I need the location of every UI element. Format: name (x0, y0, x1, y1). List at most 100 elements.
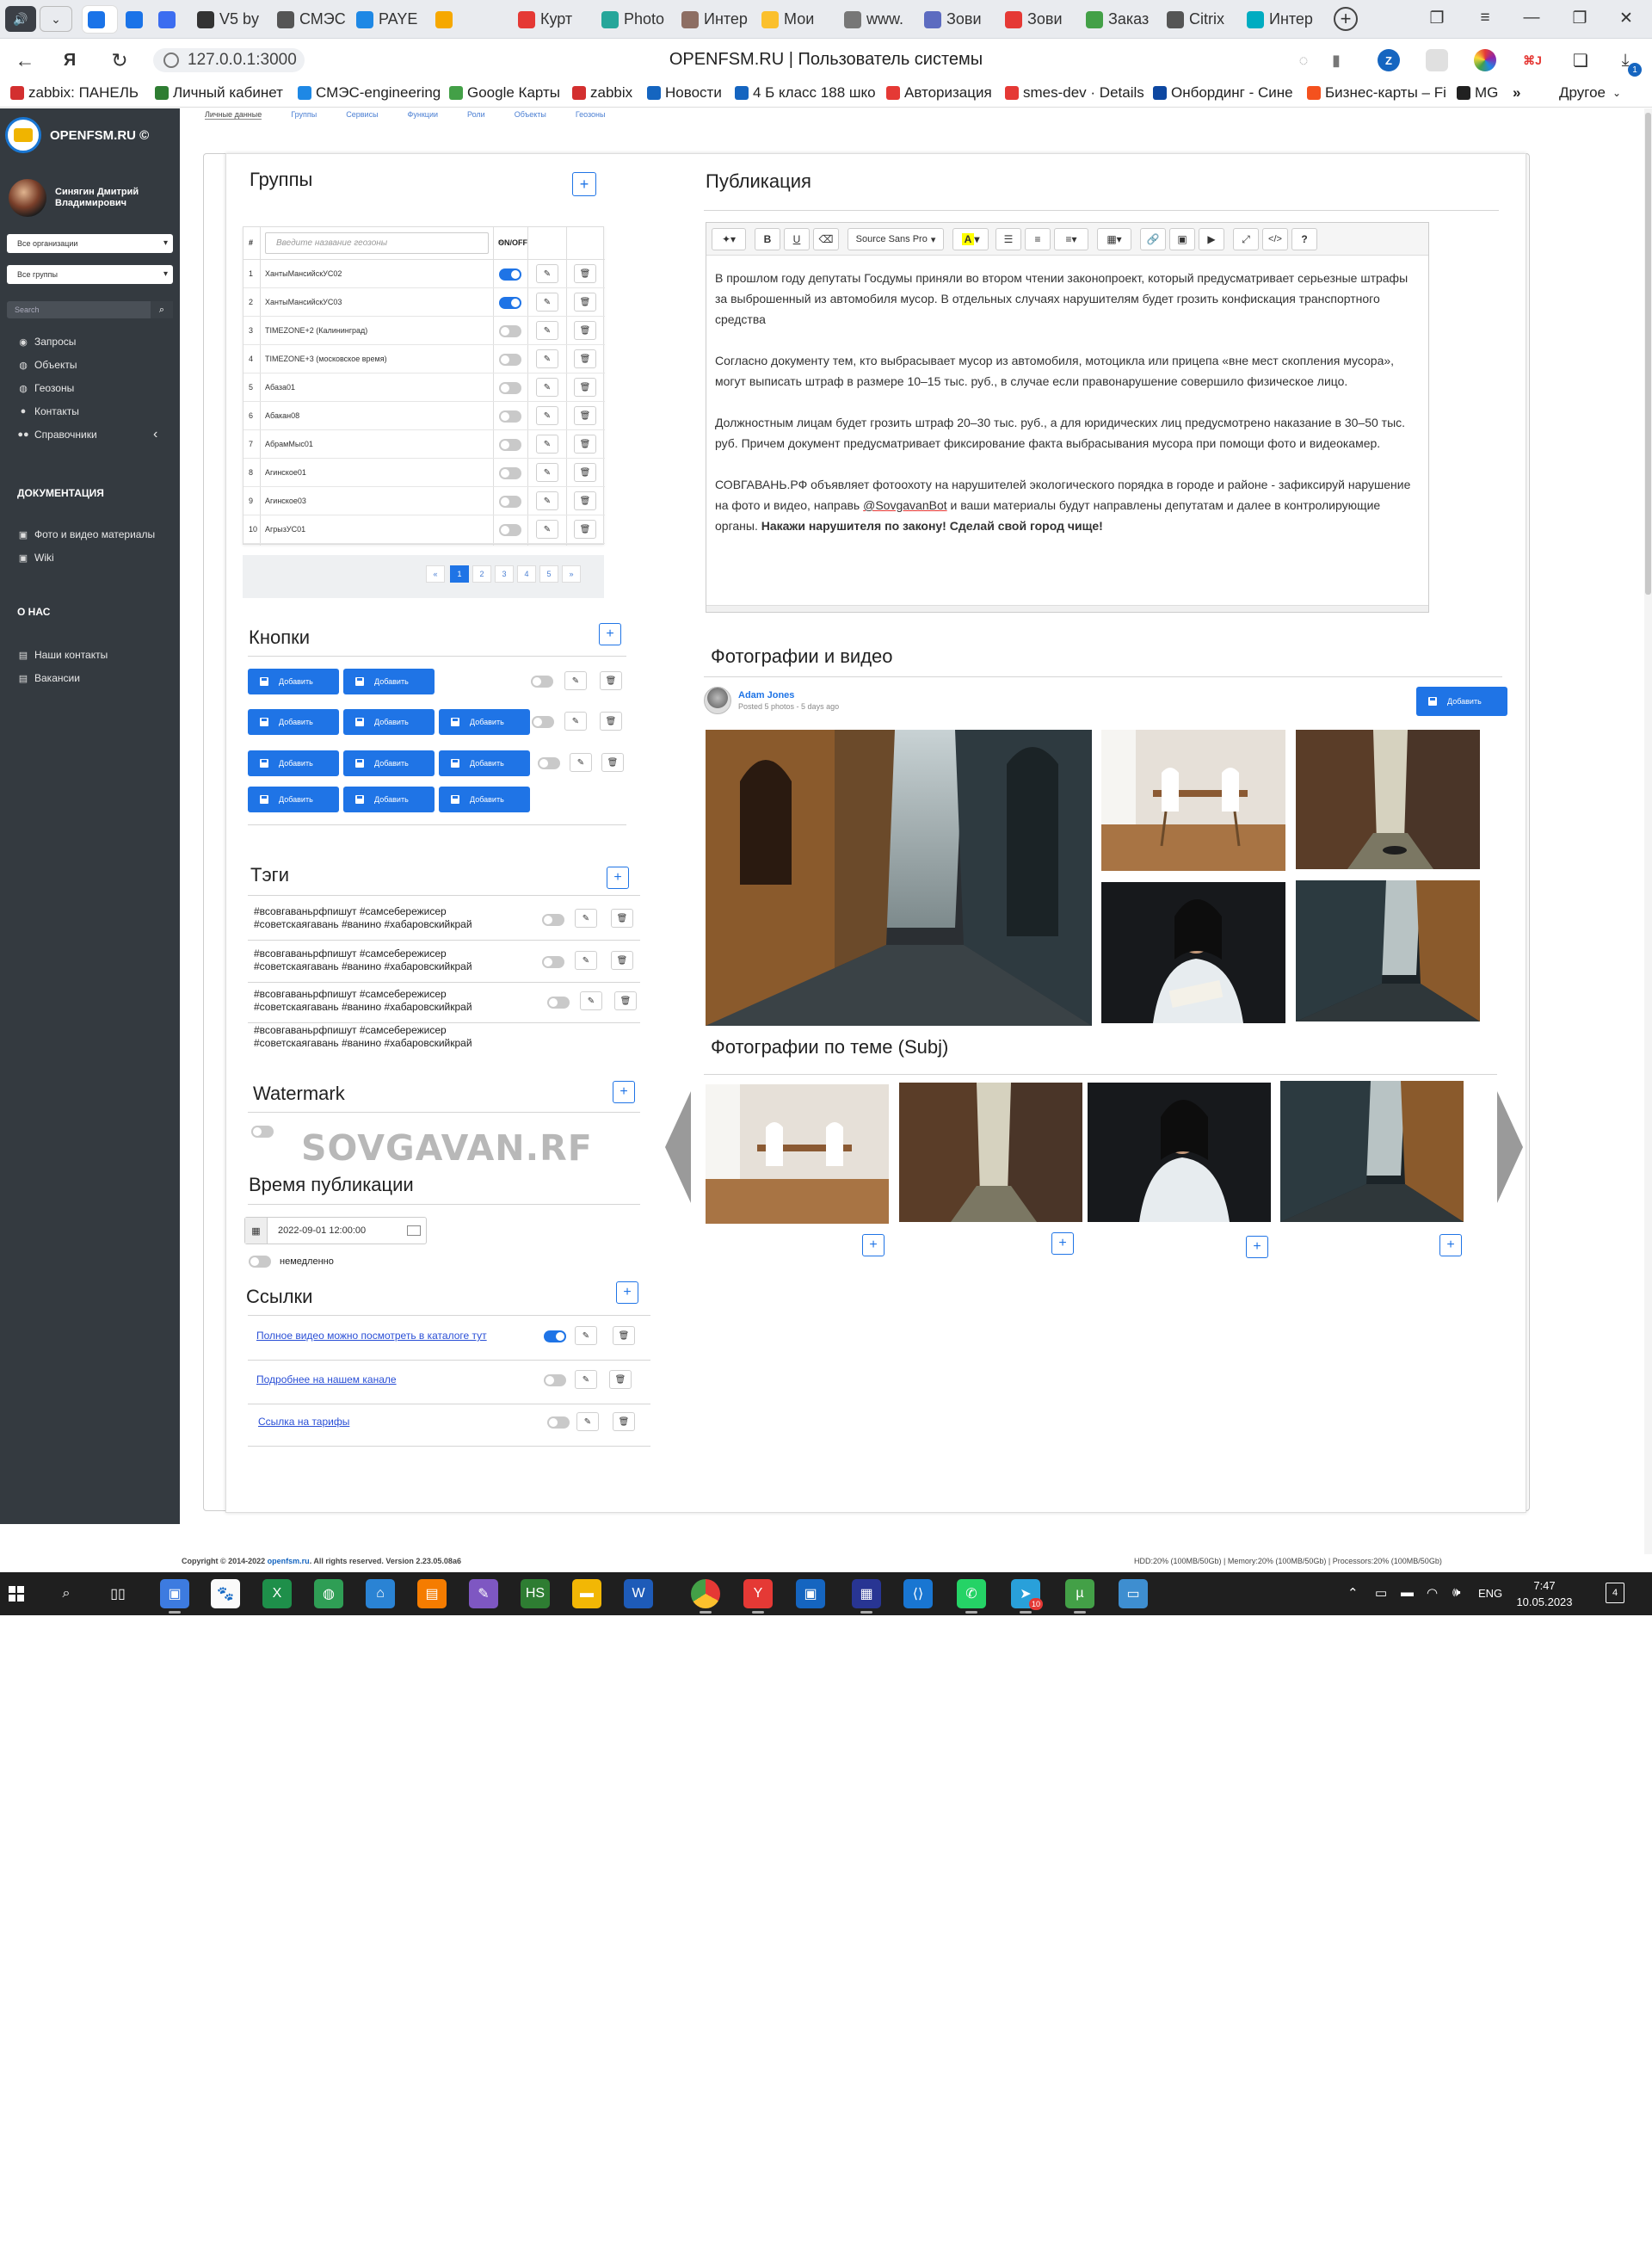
group-toggle[interactable] (499, 268, 521, 281)
link-toggle[interactable] (547, 1416, 570, 1429)
browser-tab[interactable]: Зови (1000, 6, 1077, 33)
picture-icon[interactable]: ▣ (1169, 228, 1195, 250)
add-subj-3-button[interactable]: + (1246, 1236, 1268, 1258)
profile-tab[interactable]: Личные данные (205, 110, 262, 120)
wifi-icon[interactable]: ◠ (1427, 1585, 1438, 1601)
delete-button[interactable]: 🗑 (574, 349, 596, 368)
collections-icon[interactable]: ❏ (1568, 47, 1593, 73)
page-button[interactable]: 5 (539, 565, 558, 583)
add-button[interactable]: Добавить (343, 750, 435, 776)
subj-photo-street[interactable] (1280, 1081, 1464, 1222)
user-panel[interactable]: Синягин Дмитрий Владимирович (9, 179, 139, 217)
bookmark-item[interactable]: Авторизация (886, 83, 992, 103)
clock[interactable]: 7:47 10.05.2023 (1514, 1577, 1575, 1610)
sidebar-item-contacts[interactable]: ▤ Наши контакты (17, 649, 108, 661)
link-icon[interactable]: 🔗 (1140, 228, 1166, 250)
delete-button[interactable]: 🗑 (611, 951, 633, 970)
video-icon[interactable]: ▶ (1199, 228, 1224, 250)
org-select[interactable]: Все организации ▾ (7, 234, 173, 253)
ext-blank-icon[interactable] (1426, 49, 1448, 71)
add-subj-1-button[interactable]: + (862, 1234, 885, 1256)
text-color-button[interactable]: A ▾ (952, 228, 989, 250)
edit-button[interactable]: ✎ (536, 349, 558, 368)
chrome-icon[interactable] (691, 1579, 720, 1614)
profile-tab[interactable]: Объекты (515, 110, 546, 120)
hotkey-ext-icon[interactable]: ⌘J (1521, 49, 1544, 71)
gimp-icon[interactable]: 🐾 (211, 1579, 240, 1608)
minimize-button[interactable]: — (1514, 5, 1549, 31)
browser-tab[interactable]: Citrix (1162, 6, 1239, 33)
add-button[interactable]: Добавить (343, 787, 435, 812)
bookmark-item[interactable]: MG (1457, 83, 1498, 103)
language-indicator[interactable]: ENG (1478, 1587, 1502, 1600)
vscode-icon[interactable]: ⟨⟩ (903, 1579, 933, 1608)
footer-site-link[interactable]: openfsm.ru (268, 1557, 310, 1565)
browser-tab[interactable] (430, 6, 509, 33)
bookmark-icon[interactable]: ▮ (1323, 47, 1349, 73)
sidebar-item[interactable]: ●● Справочники ‹ (17, 427, 157, 441)
group-toggle[interactable] (499, 325, 521, 337)
browser-tab[interactable]: Photo (596, 6, 674, 33)
browser-tab[interactable]: V5 by (192, 6, 269, 33)
browser-tab[interactable]: www. (839, 6, 916, 33)
profile-tab[interactable]: Сервисы (346, 110, 378, 120)
delete-button[interactable]: 🗑 (574, 463, 596, 482)
group-toggle[interactable] (499, 354, 521, 366)
delete-button[interactable]: 🗑 (611, 909, 633, 928)
add-button[interactable]: Добавить (343, 709, 435, 735)
edit-button[interactable]: ✎ (580, 991, 602, 1010)
author-name[interactable]: Adam Jones (738, 690, 839, 700)
edit-button[interactable]: ✎ (575, 1326, 597, 1345)
whatsapp-icon[interactable]: ✆ (957, 1579, 986, 1614)
edit-button[interactable]: ✎ (536, 520, 558, 539)
group-toggle[interactable] (499, 382, 521, 394)
add-button[interactable]: Добавить (248, 669, 339, 694)
edit-button[interactable]: ✎ (536, 264, 558, 283)
button-toggle[interactable] (532, 716, 554, 728)
hs-icon[interactable]: HS (521, 1579, 550, 1608)
immediate-toggle[interactable] (249, 1256, 271, 1268)
delete-button[interactable]: 🗑 (574, 520, 596, 539)
edit-button[interactable]: ✎ (536, 321, 558, 340)
delete-button[interactable]: 🗑 (574, 406, 596, 425)
word-icon[interactable]: W (624, 1579, 653, 1608)
tab-audio-button[interactable]: 🔊 (5, 6, 36, 32)
add-button[interactable]: Добавить (439, 750, 530, 776)
add-watermark-button[interactable]: + (613, 1081, 635, 1103)
home-app-icon[interactable]: ⌂ (366, 1579, 395, 1608)
group-toggle[interactable] (499, 410, 521, 423)
delete-button[interactable]: 🗑 (613, 1412, 635, 1431)
delete-button[interactable]: 🗑 (600, 671, 622, 690)
browser-tab[interactable] (83, 6, 117, 33)
edit-button[interactable]: ✎ (536, 435, 558, 454)
magic-icon[interactable]: ✦▾ (712, 228, 746, 250)
code-view-icon[interactable]: </> (1262, 228, 1288, 250)
delete-button[interactable]: 🗑 (609, 1370, 632, 1389)
watermark-toggle[interactable] (251, 1126, 274, 1138)
ordered-list-icon[interactable]: ≡ (1025, 228, 1051, 250)
group-toggle[interactable] (499, 439, 521, 451)
delete-button[interactable]: 🗑 (601, 753, 624, 772)
edit-button[interactable]: ✎ (576, 1412, 599, 1431)
underline-button[interactable]: U (784, 228, 810, 250)
font-family-select[interactable]: Source Sans Pro ▾ (848, 228, 944, 250)
delete-button[interactable]: 🗑 (614, 991, 637, 1010)
profile-tab[interactable]: Функции (408, 110, 438, 120)
sidebar-search-input[interactable]: Search ⌕ (7, 301, 173, 318)
bookmark-item[interactable]: Бизнес-карты – Fi (1307, 83, 1446, 103)
delete-button[interactable]: 🗑 (600, 712, 622, 731)
align-icon[interactable]: ≡▾ (1054, 228, 1088, 250)
browser-tab[interactable]: Заказ (1081, 6, 1158, 33)
bookmark-item[interactable]: Google Карты (449, 83, 560, 103)
bookmark-item[interactable]: 4 Б класс 188 шко (735, 83, 876, 103)
bookmarks-other[interactable]: Другое ⌄ (1559, 83, 1621, 103)
browser-tab[interactable]: Мои (756, 6, 835, 33)
photo-canal[interactable] (1296, 730, 1480, 869)
subj-photo-woman[interactable] (1088, 1083, 1271, 1222)
add-subj-2-button[interactable]: + (1051, 1232, 1074, 1255)
subj-photo-canal[interactable] (899, 1083, 1082, 1222)
add-subj-4-button[interactable]: + (1439, 1234, 1462, 1256)
profile-tab[interactable]: Геозоны (576, 110, 606, 120)
edit-button[interactable]: ✎ (575, 951, 597, 970)
sidebar-item[interactable]: ◍ Геозоны (17, 382, 74, 394)
